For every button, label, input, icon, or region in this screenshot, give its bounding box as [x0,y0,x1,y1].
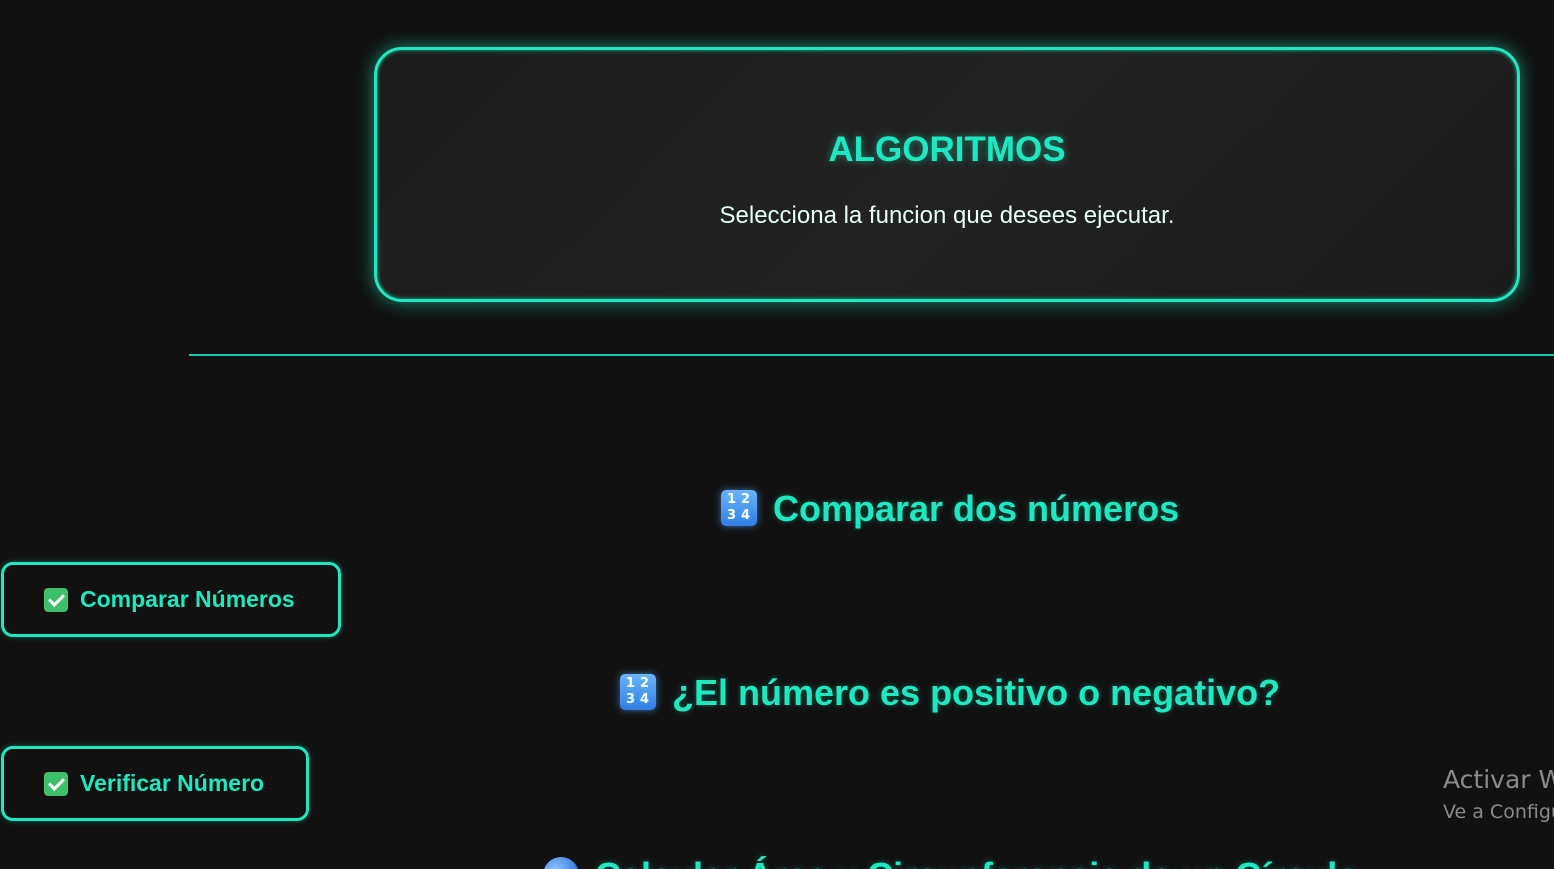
verify-number-button[interactable]: Verificar Número [1,746,309,821]
watermark-title: Activar Windows [1443,765,1554,794]
watermark-subtitle: Ve a Configuración para activar Windows. [1443,801,1554,823]
page-subtitle: Selecciona la funcion que desees ejecuta… [719,202,1175,229]
section-title-circle-text: Calcular Área y Circunferencia de un Cír… [595,855,1359,869]
check-mark-button-icon [44,587,68,612]
section-title-compare: 12 34 Comparar dos números [721,489,1179,529]
activate-windows-watermark: Activar Windows Ve a Configuración para … [1443,764,1554,825]
globe-icon [543,857,579,869]
section-title-compare-text: Comparar dos números [773,488,1180,529]
page: ALGORITMOS Selecciona la funcion que des… [0,0,1554,869]
compare-numbers-button[interactable]: Comparar Números [1,562,341,637]
page-title: ALGORITMOS [828,130,1066,169]
divider [189,354,1554,356]
input-numbers-icon: 12 34 [721,490,757,526]
section-title-sign: 12 34 ¿El número es positivo o negativo? [620,673,1280,713]
compare-numbers-button-label: Comparar Números [80,586,295,612]
check-mark-button-icon [44,771,68,796]
section-title-circle: Calcular Área y Circunferencia de un Cír… [543,856,1359,869]
section-title-sign-text: ¿El número es positivo o negativo? [672,672,1281,713]
verify-number-button-label: Verificar Número [80,770,265,796]
input-numbers-icon: 12 34 [620,674,656,710]
header-card: ALGORITMOS Selecciona la funcion que des… [374,47,1520,302]
